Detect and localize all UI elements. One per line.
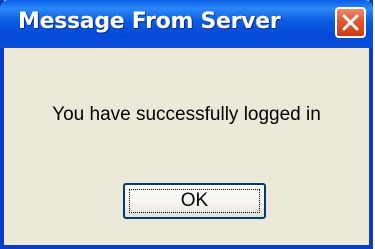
window-title: Message From Server	[18, 9, 281, 34]
close-icon	[342, 14, 359, 31]
message-dialog: Message From Server You have successfull…	[0, 0, 373, 249]
title-bar[interactable]: Message From Server	[0, 0, 373, 48]
ok-button[interactable]: OK	[123, 183, 266, 219]
message-text: You have successfully logged in	[52, 104, 321, 125]
ok-button-label: OK	[129, 189, 260, 213]
close-button[interactable]	[335, 7, 366, 38]
